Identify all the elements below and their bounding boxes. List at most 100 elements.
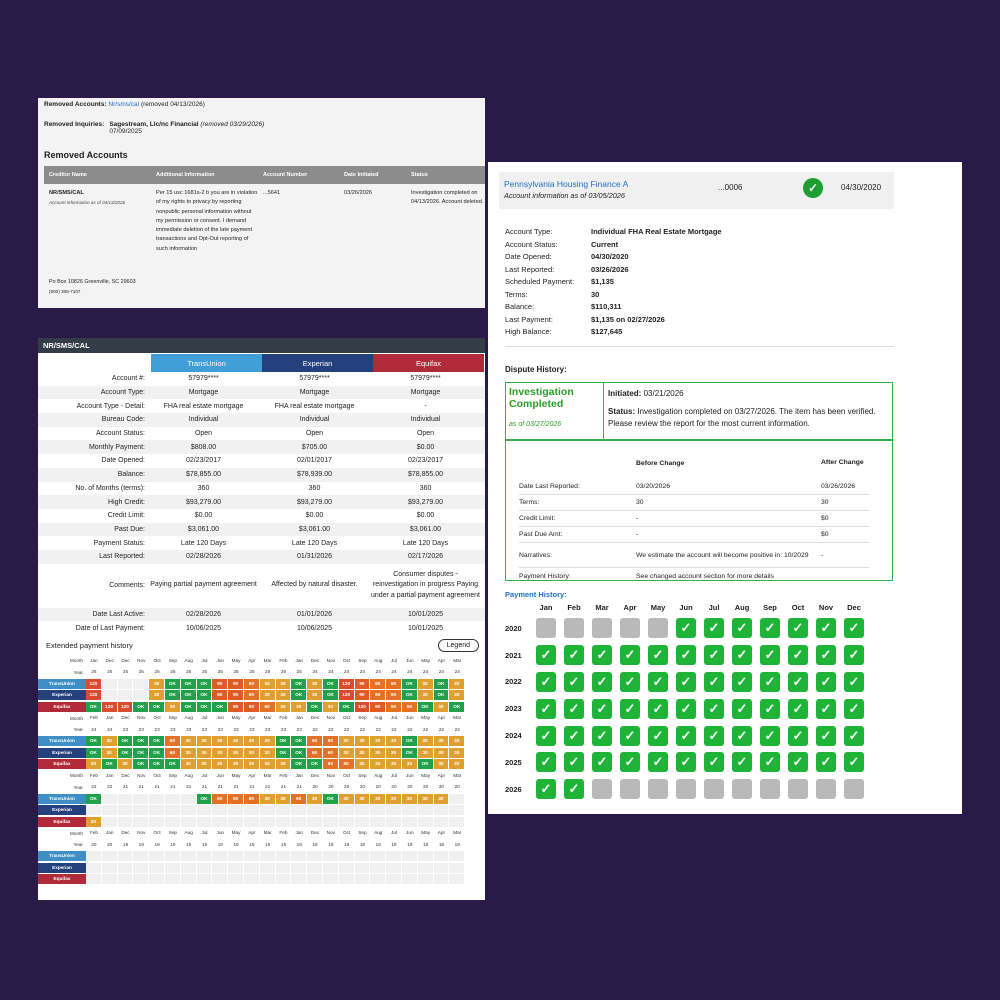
month-cell: Apr — [248, 657, 256, 663]
account-name[interactable]: Pennsylvania Housing Finance A — [504, 179, 628, 189]
history-cell: 30 — [101, 747, 118, 758]
year-cell: 20 — [407, 784, 413, 790]
history-cell: 90 — [228, 690, 244, 701]
check-icon: ✓ — [760, 725, 780, 746]
check-icon: ✓ — [564, 671, 584, 692]
year-cell: 22 — [359, 726, 366, 732]
history-cell — [370, 862, 387, 873]
history-cell — [275, 874, 292, 885]
equifax-label: Equifax — [38, 874, 86, 885]
history-cell — [149, 816, 165, 827]
table-row: No. of Months (terms): 360 360 360 — [38, 482, 485, 496]
check-icon: ✓ — [844, 618, 864, 639]
equifax-history-row: Equifax OK 120 120 OK OK 30 OK OK OK 90 90 60 30 30 OK 3… — [38, 701, 485, 713]
check-icon: ✓ — [844, 752, 864, 773]
payment-history-title: Payment History: — [505, 590, 567, 599]
change-label: Past Due Amt: — [519, 531, 563, 538]
year-cell: 22 — [344, 726, 350, 732]
removed-inquiries-value: Sagestream, Llc/nc Financial — [109, 121, 199, 128]
month-cell: Jun — [216, 657, 225, 663]
table-row: Date Opened: 02/23/2017 02/01/2017 02/23/20… — [38, 454, 485, 468]
month-cell: May — [421, 772, 431, 778]
history-cell — [164, 793, 181, 804]
investigation-title: Investigation Completed — [509, 386, 574, 410]
history-cell — [243, 874, 260, 885]
check-icon: ✓ — [564, 645, 584, 666]
experian-history-row: Experian OK 30 OK OK OK 60 30 30 30 30 30 30 OK OK 60 60… — [38, 747, 485, 759]
history-cell — [370, 851, 387, 862]
year-cell: 25 — [154, 669, 160, 675]
initiated-label: Initiated: — [608, 389, 642, 398]
experian-comment: Affected by natural disaster. — [271, 581, 358, 589]
row-label: High Credit: — [108, 498, 145, 506]
month-cell: Aug — [374, 830, 383, 836]
history-cell: 60 — [322, 759, 339, 770]
comments-row: Comments: Paying partial payment agreemen… — [38, 564, 485, 608]
legend-button[interactable]: Legend — [437, 638, 479, 652]
history-cell: OK — [133, 759, 150, 770]
removed-inquiries-date: 07/09/2025 — [109, 128, 142, 135]
bureau-account-title: NR/SMS/CAL — [38, 338, 485, 353]
history-cell: 30 — [307, 678, 323, 689]
change-before: 03/20/2026 — [636, 483, 671, 490]
year-cell: 25 — [296, 669, 302, 675]
year-cell: 20 — [344, 784, 350, 790]
history-cell — [259, 816, 276, 827]
detail-label: Date Opened: — [505, 252, 552, 261]
removed-accounts-value[interactable]: Nr/sms/cal — [108, 101, 139, 108]
month-cell: Oct — [153, 772, 161, 778]
history-cell — [228, 862, 244, 873]
change-label: Date Last Reported: — [519, 483, 580, 490]
year-cell: 21 — [138, 784, 144, 790]
check-icon: ✓ — [592, 645, 612, 666]
year-cell: 22 — [107, 784, 113, 790]
month-cell: Mar — [263, 772, 272, 778]
month-cell: Sep — [358, 715, 367, 721]
year-cell: 24 — [454, 669, 460, 675]
check-icon: ✓ — [760, 645, 780, 666]
detail-value: $1,135 on 02/27/2026 — [591, 314, 665, 324]
history-cell: OK — [86, 736, 102, 747]
year-cell: 23 — [280, 726, 287, 732]
transunion-comment: Paying partial payment agreement — [150, 581, 257, 589]
empty-month — [620, 779, 640, 800]
month-cell: Aug — [184, 657, 193, 663]
transunion-label: TransUnion — [38, 736, 86, 747]
transunion-value: Open — [194, 430, 213, 438]
year-cell: 24 — [359, 669, 366, 675]
experian-history-row: Experian 120 30 OK OK OK 90 90 60 30 30 OK 30 OK 120 90… — [38, 690, 485, 702]
history-cell: OK — [196, 701, 213, 712]
extended-payment-history: Month Jan Dec Dec Nov Oct Sep Aug Jul Jun May Apr Ma… — [38, 655, 485, 885]
account-header[interactable]: Pennsylvania Housing Finance A Account i… — [499, 172, 894, 209]
history-cell — [338, 862, 355, 873]
change-row: Credit Limit: - $0 — [519, 511, 869, 527]
experian-value: $78,939.00 — [296, 471, 333, 479]
history-cell: OK — [149, 736, 165, 747]
history-cell — [133, 678, 150, 689]
month-cell: Oct — [343, 715, 351, 721]
history-cell — [86, 851, 102, 862]
month-cell: May — [421, 657, 431, 663]
history-cell: OK — [291, 678, 308, 689]
check-icon: ✓ — [844, 645, 864, 666]
history-cell: 60 — [243, 793, 260, 804]
check-icon: ✓ — [732, 698, 752, 719]
status-label: Status: — [608, 407, 636, 416]
history-cell: 120 — [86, 678, 102, 689]
year-cell: 19 — [265, 841, 271, 847]
history-cell: 30 — [307, 690, 323, 701]
history-cell: 30 — [212, 747, 229, 758]
history-cell: OK — [133, 701, 150, 712]
year-cell: 18 — [407, 841, 413, 847]
year-cell: 25 — [217, 669, 223, 675]
change-after: 03/26/2026 — [821, 483, 856, 490]
history-cell — [322, 851, 339, 862]
year-row: 2022 ✓ ✓ ✓ ✓ ✓ ✓ ✓ ✓ ✓ ✓ ✓ ✓ — [505, 669, 868, 696]
row-label: Comments: — [109, 582, 145, 590]
history-cell: OK — [196, 793, 213, 804]
removed-accounts-table: Creditor Name Additional Information Acc… — [44, 166, 485, 255]
history-cell: 120 — [338, 690, 355, 701]
history-cell — [133, 862, 150, 873]
history-cell — [433, 805, 450, 816]
col-creditor-name: Creditor Name — [49, 172, 87, 178]
